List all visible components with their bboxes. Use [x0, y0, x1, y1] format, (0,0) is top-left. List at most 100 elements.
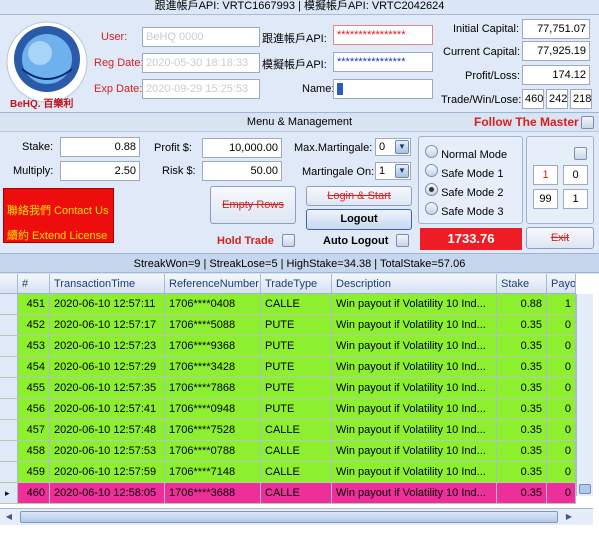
- mode-option-normal[interactable]: Normal Mode: [425, 145, 507, 161]
- safe-mode-3-radio[interactable]: [425, 202, 438, 215]
- contact-us-link[interactable]: 聯絡我們 Contact Us: [7, 202, 108, 218]
- mode-option-safe1[interactable]: Safe Mode 1: [425, 164, 503, 180]
- profit-loss-label: Profit/Loss:: [465, 70, 521, 82]
- current-capital-value: 77,925.19: [522, 41, 590, 61]
- lose-count: 218: [570, 89, 592, 109]
- cell-id: 460: [18, 483, 50, 503]
- counter-c: 99: [533, 189, 558, 209]
- max-martingale-select[interactable]: 0 ▼: [375, 138, 411, 156]
- cell-ref: 1706****7868: [165, 378, 261, 398]
- vertical-scrollbar[interactable]: [576, 294, 593, 496]
- profit-input[interactable]: 10,000.00: [202, 138, 282, 158]
- counter-a: 1: [533, 165, 558, 185]
- cell-desc: Win payout if Volatility 10 Ind...: [332, 462, 497, 482]
- cell-ref: 1706****3688: [165, 483, 261, 503]
- martingale-on-select[interactable]: 1 ▼: [375, 162, 411, 180]
- cell-time: 2020-06-10 12:57:29: [50, 357, 165, 377]
- empty-rows-button[interactable]: Empty Rows: [210, 186, 296, 224]
- normal-mode-label: Normal Mode: [441, 149, 508, 161]
- exp-date-field[interactable]: 2020-09-29 15:25:53: [142, 79, 260, 99]
- cell-desc: Win payout if Volatility 10 Ind...: [332, 441, 497, 461]
- cell-desc: Win payout if Volatility 10 Ind...: [332, 378, 497, 398]
- col-header-type[interactable]: TradeType: [261, 274, 332, 293]
- window-title: 跟進帳戶API: VRTC1667993 | 模擬帳戶API: VRTC2042…: [0, 0, 599, 15]
- settings-panel: Stake: 0.88 Multiply: 2.50 Profit $: 10,…: [0, 132, 599, 253]
- row-selector: [0, 441, 18, 461]
- counter-checkbox[interactable]: [574, 147, 587, 160]
- cell-desc: Win payout if Volatility 10 Ind...: [332, 336, 497, 356]
- name-field[interactable]: [333, 79, 433, 99]
- auto-logout-checkbox[interactable]: [396, 234, 409, 247]
- trade-count: 460: [522, 89, 544, 109]
- table-row[interactable]: 455 2020-06-10 12:57:35 1706****7868 PUTE Wi…: [0, 378, 576, 399]
- cell-time: 2020-06-10 12:57:35: [50, 378, 165, 398]
- cell-desc: Win payout if Volatility 10 Ind...: [332, 399, 497, 419]
- cell-id: 455: [18, 378, 50, 398]
- sim-api-field[interactable]: ****************: [333, 52, 433, 72]
- transactions-grid: # TransactionTime ReferenceNumber TradeT…: [0, 274, 599, 536]
- table-row[interactable]: ▸ 460 2020-06-10 12:58:05 1706****3688 CALLE…: [0, 483, 576, 504]
- hold-trade-checkbox[interactable]: [282, 234, 295, 247]
- logout-label: Logout: [340, 213, 378, 225]
- cell-time: 2020-06-10 12:57:48: [50, 420, 165, 440]
- chevron-down-icon: ▼: [395, 164, 409, 178]
- cell-ref: 1706****0788: [165, 441, 261, 461]
- table-row[interactable]: 453 2020-06-10 12:57:23 1706****9368 PUTE Wi…: [0, 336, 576, 357]
- cell-ref: 1706****0408: [165, 294, 261, 314]
- grid-header: # TransactionTime ReferenceNumber TradeT…: [0, 274, 576, 294]
- cell-payout: 0: [547, 462, 576, 482]
- login-start-button[interactable]: Login & Start: [306, 186, 412, 206]
- contact-extend-box: 聯絡我們 Contact Us 續約 Extend License: [3, 188, 114, 243]
- col-header-time[interactable]: TransactionTime: [50, 274, 165, 293]
- row-selector: [0, 336, 18, 356]
- multiply-input[interactable]: 2.50: [60, 161, 140, 181]
- cell-id: 456: [18, 399, 50, 419]
- h-scroll-thumb[interactable]: [20, 511, 558, 523]
- name-label: Name:: [302, 83, 335, 95]
- balance-display: 1733.76: [420, 228, 522, 250]
- follow-api-field[interactable]: ****************: [333, 25, 433, 45]
- stake-input[interactable]: 0.88: [60, 137, 140, 157]
- risk-input[interactable]: 50.00: [202, 161, 282, 181]
- cell-ref: 1706****3428: [165, 357, 261, 377]
- scroll-left-arrow[interactable]: ◀: [2, 511, 16, 523]
- user-field[interactable]: BeHQ 0000: [142, 27, 260, 47]
- table-row[interactable]: 457 2020-06-10 12:57:48 1706****7528 CALLE W…: [0, 420, 576, 441]
- table-row[interactable]: 459 2020-06-10 12:57:59 1706****7148 CALLE W…: [0, 462, 576, 483]
- table-row[interactable]: 454 2020-06-10 12:57:29 1706****3428 PUTE Wi…: [0, 357, 576, 378]
- safe-mode-1-label: Safe Mode 1: [441, 168, 504, 180]
- row-header-corner: [0, 274, 18, 293]
- table-row[interactable]: 452 2020-06-10 12:57:17 1706****5088 PUTE Wi…: [0, 315, 576, 336]
- scroll-thumb[interactable]: [579, 484, 591, 494]
- mode-option-safe2[interactable]: Safe Mode 2: [425, 183, 503, 199]
- cell-payout: 0: [547, 441, 576, 461]
- col-header-id[interactable]: #: [18, 274, 50, 293]
- col-header-desc[interactable]: Description: [332, 274, 497, 293]
- exit-button[interactable]: Exit: [526, 227, 594, 249]
- cell-type: CALLE: [261, 420, 332, 440]
- scroll-right-arrow[interactable]: ▶: [562, 511, 576, 523]
- extend-license-link[interactable]: 續約 Extend License: [7, 227, 107, 243]
- table-row[interactable]: 451 2020-06-10 12:57:11 1706****0408 CALLE W…: [0, 294, 576, 315]
- martingale-on-value: 1: [379, 165, 386, 177]
- follow-master-checkbox[interactable]: [581, 116, 594, 129]
- col-header-payout[interactable]: Payout: [547, 274, 576, 293]
- mode-option-safe3[interactable]: Safe Mode 3: [425, 202, 503, 218]
- cell-ref: 1706****5088: [165, 315, 261, 335]
- logo-text: BeHQ. 百樂利: [10, 99, 74, 110]
- table-row[interactable]: 456 2020-06-10 12:57:41 1706****0948 PUTE Wi…: [0, 399, 576, 420]
- safe-mode-2-radio[interactable]: [425, 183, 438, 196]
- normal-mode-radio[interactable]: [425, 145, 438, 158]
- cell-stake: 0.35: [497, 336, 547, 356]
- logout-button[interactable]: Logout: [306, 209, 412, 230]
- cell-time: 2020-06-10 12:58:05: [50, 483, 165, 503]
- cell-payout: 0: [547, 357, 576, 377]
- col-header-stake[interactable]: Stake: [497, 274, 547, 293]
- col-header-ref[interactable]: ReferenceNumber: [165, 274, 261, 293]
- multiply-label: Multiply:: [13, 165, 54, 177]
- reg-date-field[interactable]: 2020-05-30 18:18:33: [142, 53, 260, 73]
- horizontal-scrollbar[interactable]: ◀ ▶: [0, 508, 593, 525]
- table-row[interactable]: 458 2020-06-10 12:57:53 1706****0788 CALLE W…: [0, 441, 576, 462]
- safe-mode-1-radio[interactable]: [425, 164, 438, 177]
- cell-time: 2020-06-10 12:57:11: [50, 294, 165, 314]
